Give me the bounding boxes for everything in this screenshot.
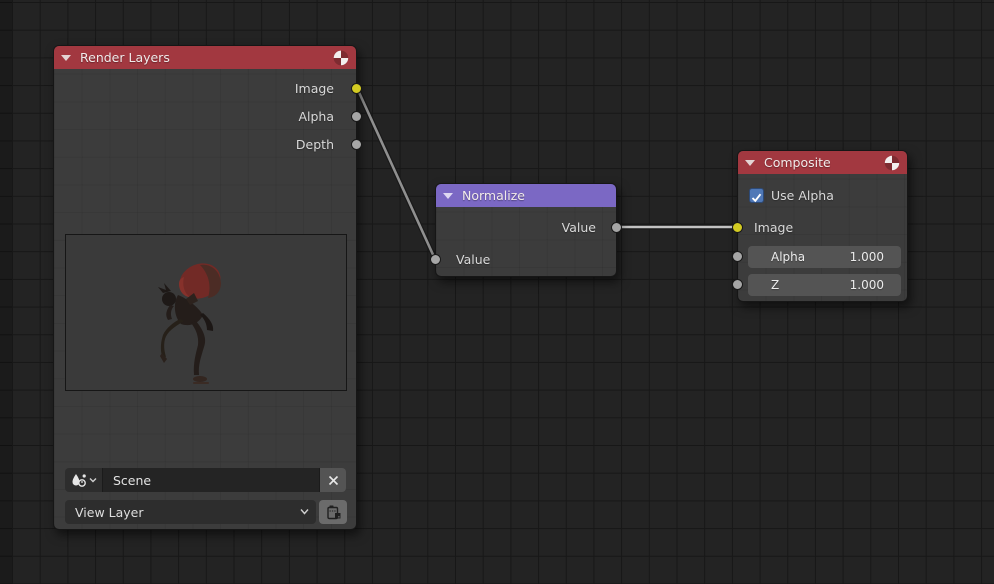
socket-output-depth[interactable]: [351, 139, 362, 150]
checkmark-icon: [750, 191, 763, 204]
socket-output-image[interactable]: [351, 83, 362, 94]
alpha-value-field[interactable]: Alpha 1.000: [748, 246, 901, 268]
z-field-label: Z: [748, 278, 779, 292]
node-title: Render Layers: [80, 50, 170, 65]
view-layer-value: View Layer: [75, 505, 144, 520]
alpha-field-label: Alpha: [748, 250, 805, 264]
chevron-down-icon: [89, 477, 97, 483]
socket-output-alpha[interactable]: [351, 111, 362, 122]
input-label-image: Image: [754, 220, 793, 236]
render-result-sphere-icon: [884, 155, 900, 171]
node-composite[interactable]: Composite Use Alpha Image Alpha 1.000 Z: [737, 150, 908, 302]
use-alpha-checkbox[interactable]: [749, 188, 764, 203]
collapse-icon[interactable]: [443, 193, 453, 199]
render-preview-figure: [66, 235, 346, 390]
collapse-icon[interactable]: [745, 160, 755, 166]
socket-input-image[interactable]: [732, 222, 743, 233]
node-title: Composite: [764, 155, 831, 170]
scene-name: Scene: [113, 473, 151, 488]
scene-selector-row: Scene: [65, 468, 347, 492]
chevron-down-icon: [300, 508, 309, 515]
socket-input-z[interactable]: [732, 279, 743, 290]
alpha-field-value: 1.000: [850, 250, 901, 264]
normalize-header[interactable]: Normalize: [436, 184, 616, 207]
scene-datablock-button[interactable]: [65, 468, 103, 492]
collapse-icon[interactable]: [61, 55, 71, 61]
render-result-sphere-icon: [333, 50, 349, 66]
input-label-value: Value: [456, 252, 490, 268]
view-layer-dropdown[interactable]: View Layer: [65, 500, 316, 524]
scene-icon: [71, 473, 87, 488]
z-field-value: 1.000: [850, 278, 901, 292]
node-normalize[interactable]: Normalize Value Value: [435, 183, 617, 277]
composite-header[interactable]: Composite: [738, 151, 907, 174]
socket-input-value[interactable]: [430, 254, 441, 265]
view-layer-sync-button[interactable]: [319, 500, 347, 524]
use-alpha-label: Use Alpha: [771, 188, 834, 204]
node-title: Normalize: [462, 188, 525, 203]
view-layer-row: View Layer: [65, 500, 347, 524]
z-value-field[interactable]: Z 1.000: [748, 274, 901, 296]
socket-output-value[interactable]: [611, 222, 622, 233]
render-preview-image: [65, 234, 347, 391]
node-editor-canvas[interactable]: Render Layers Image Alpha Depth: [0, 0, 994, 584]
link-image-to-normalize: [357, 88, 435, 259]
node-render-layers[interactable]: Render Layers Image Alpha Depth: [53, 45, 357, 530]
output-label-alpha: Alpha: [234, 109, 334, 125]
scene-name-field[interactable]: Scene: [103, 468, 320, 492]
close-icon: [328, 475, 339, 486]
output-label-value: Value: [516, 220, 596, 236]
render-layers-icon: [325, 504, 342, 521]
output-label-depth: Depth: [234, 137, 334, 153]
socket-input-alpha[interactable]: [732, 251, 743, 262]
render-layers-header[interactable]: Render Layers: [54, 46, 356, 69]
scene-unlink-button[interactable]: [320, 468, 346, 492]
output-label-image: Image: [234, 81, 334, 97]
